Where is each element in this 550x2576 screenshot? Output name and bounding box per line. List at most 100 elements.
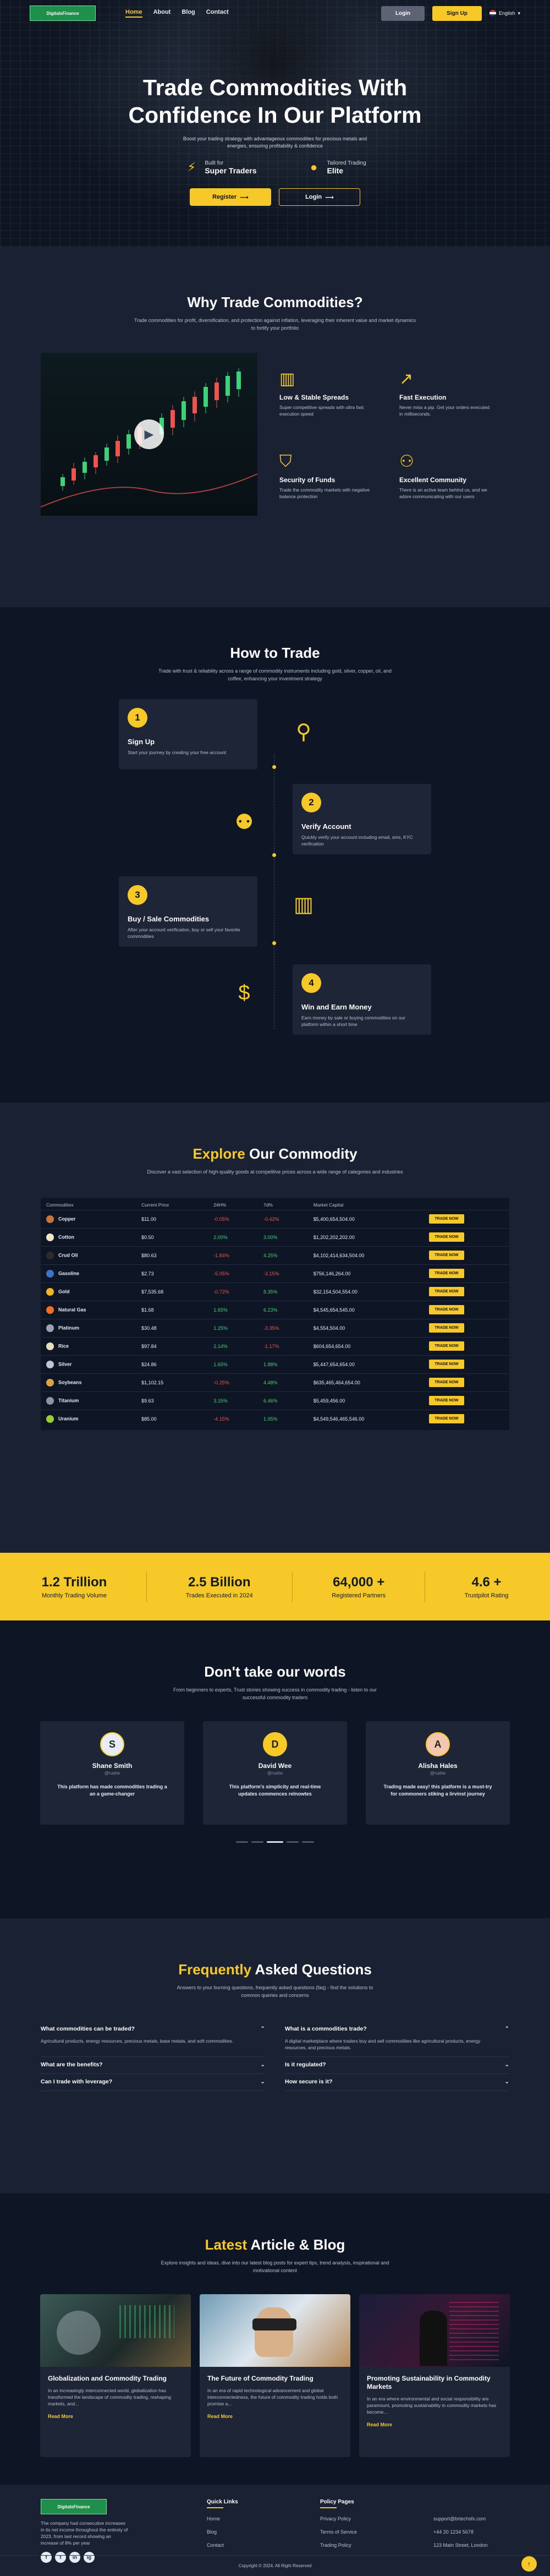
why-subtitle: Trade commodities for profit, diversific… (134, 318, 416, 331)
commodity-name: Cotton (58, 1234, 74, 1240)
commodity-cell: Copper (41, 1209, 136, 1228)
trade-now-button[interactable]: TRADE NOW (429, 1287, 464, 1296)
footer-link-terms[interactable]: Terms of Service (320, 2529, 433, 2535)
commodity-name: Rice (58, 1342, 69, 1349)
trade-now-button[interactable]: TRADE NOW (429, 1323, 464, 1333)
testimonial-name: Shane Smith (92, 1762, 133, 1770)
commodity-icon (46, 1324, 54, 1332)
footer-email[interactable]: support@brtechsfx.com (433, 2516, 547, 2522)
trade-now-button[interactable]: TRADE NOW (429, 1414, 464, 1424)
change-24h-cell: 1.25% (208, 1318, 258, 1337)
footer-link-privacy[interactable]: Privacy Policy (320, 2516, 433, 2522)
trade-now-button[interactable]: TRADE NOW (429, 1396, 464, 1405)
price-cell: $1,102.15 (136, 1373, 208, 1391)
lightning-icon: ⚡ (187, 160, 196, 174)
market-cap-cell: $5,459,456.00 (307, 1391, 424, 1410)
footer-link-trading-policy[interactable]: Trading Policy (320, 2542, 433, 2548)
carousel-dot-active[interactable] (267, 1841, 283, 1843)
blog-card[interactable]: Globalization and Commodity Trading In a… (40, 2294, 191, 2457)
stat-item: 1.2 Trillion Monthly Trading Volume (42, 1575, 107, 1599)
nav-link-contact[interactable]: Contact (206, 9, 229, 18)
language-selector[interactable]: English ▾ (489, 10, 520, 17)
trade-now-button[interactable]: TRADE NOW (429, 1360, 464, 1369)
change-24h-cell: 2.00% (208, 1227, 258, 1246)
testimonial-handle: @rushe (430, 1771, 446, 1776)
coins-icon: ● (310, 160, 318, 174)
change-7d-cell: 1.05% (257, 1409, 308, 1428)
market-cap-cell: $635,465,464,654.00 (307, 1373, 424, 1391)
read-more-link[interactable]: Read More (367, 2422, 502, 2427)
step-title: Win and Earn Money (301, 1003, 372, 1011)
hero-register-button[interactable]: Register ⟶ (190, 188, 271, 206)
carousel-dot[interactable] (302, 1841, 314, 1843)
faq-item[interactable]: What commodities can be traded? ⌃ Agricul… (41, 2021, 265, 2057)
footer-link-blog[interactable]: Blog (207, 2529, 320, 2535)
nav-login-button[interactable]: Login (381, 6, 425, 21)
timeline-dot (272, 941, 276, 945)
market-cap-cell: $5,447,654,654.00 (307, 1355, 424, 1373)
title-highlight: Explore (193, 1145, 245, 1162)
copyright: Copyright © 2024. All Right Reserved (0, 2555, 550, 2576)
play-icon[interactable]: ▶ (134, 419, 164, 449)
commodity-name: Soybeans (58, 1379, 82, 1385)
nav-link-about[interactable]: About (153, 9, 171, 18)
trade-now-button[interactable]: TRADE NOW (429, 1251, 464, 1260)
carousel-dot[interactable] (236, 1841, 248, 1843)
feature-community: ⚇ Excellent Community There is an active… (399, 452, 509, 516)
read-more-link[interactable]: Read More (48, 2414, 183, 2419)
hero-title: Trade Commodities With Confidence In Our… (0, 74, 550, 129)
blog-card[interactable]: Promoting Sustainability in Commodity Ma… (359, 2294, 510, 2457)
table-header: Commodities Current Price 24H% 7d% Marke… (41, 1200, 509, 1210)
trade-now-button[interactable]: TRADE NOW (429, 1378, 464, 1387)
site-logo[interactable]: DigitalxFinance (30, 6, 96, 21)
nav-link-home[interactable]: Home (125, 9, 142, 18)
read-more-link[interactable]: Read More (207, 2414, 343, 2419)
change-24h-cell: -0.25% (208, 1373, 258, 1391)
footer-address: 123 Main Street, London (433, 2542, 488, 2548)
hero-login-button[interactable]: Login ⟶ (279, 188, 360, 206)
timeline-dot (272, 853, 276, 857)
change-7d-cell: -1.17% (257, 1336, 308, 1355)
chevron-down-icon: ⌄ (504, 2061, 509, 2068)
faq-item[interactable]: What is a commodities trade? ⌃ A digital … (285, 2021, 509, 2057)
candlestick-video-thumbnail[interactable]: ▶ (41, 353, 257, 516)
why-title: Why Trade Commodities? (187, 294, 363, 310)
feature-text: Super competitive spreads with ultra fas… (279, 405, 364, 417)
change-7d-cell: 8.35% (257, 1282, 308, 1301)
trade-now-button[interactable]: TRADE NOW (429, 1269, 464, 1278)
step-text: Start your journey by creating your free… (128, 750, 227, 755)
step-text: Earn money by sale or buying commodities… (301, 1015, 405, 1027)
trade-now-button[interactable]: TRADE NOW (429, 1232, 464, 1242)
add-user-icon: ⚲ (296, 721, 311, 744)
change-7d-cell: -3.15% (257, 1264, 308, 1282)
commodity-icon (46, 1233, 54, 1241)
footer-logo[interactable]: DigitalxFinance (41, 2499, 107, 2514)
trade-now-button[interactable]: TRADE NOW (429, 1214, 464, 1224)
scroll-to-top-button[interactable]: ↑ (521, 2556, 537, 2572)
nav-signup-button[interactable]: Sign Up (432, 6, 482, 21)
faq-item[interactable]: What are the benefits? ⌄ (41, 2057, 265, 2074)
nav-link-blog[interactable]: Blog (182, 9, 195, 18)
carousel-dot[interactable] (251, 1841, 263, 1843)
action-cell: TRADE NOW (424, 1391, 509, 1410)
footer-link-home[interactable]: Home (207, 2516, 320, 2522)
commodity-table: Commodities Current Price 24H% 7d% Marke… (41, 1198, 509, 1430)
stat-label: Trustpilot Rating (464, 1592, 509, 1599)
blog-card[interactable]: The Future of Commodity Trading In an er… (200, 2294, 350, 2457)
footer-link-contact[interactable]: Contact (207, 2542, 320, 2548)
faq-item[interactable]: Can I trade with leverage? ⌄ (41, 2074, 265, 2091)
faq-item[interactable]: How secure is it? ⌄ (285, 2074, 509, 2091)
trade-now-button[interactable]: TRADE NOW (429, 1305, 464, 1314)
action-cell: TRADE NOW (424, 1227, 509, 1246)
price-cell: $7,535.68 (136, 1282, 208, 1301)
trade-now-button[interactable]: TRADE NOW (429, 1341, 464, 1351)
footer-phone[interactable]: +44 20 1234 5678 (433, 2529, 547, 2535)
faq-item[interactable]: Is it regulated? ⌄ (285, 2057, 509, 2074)
explore-commodity-section: Explore Our Commodity Discover a vast se… (0, 1103, 550, 1553)
commodity-name: Titanium (58, 1397, 79, 1403)
underline (320, 2507, 337, 2508)
testimonial-card: A Alisha Hales @rushe Trading made easy!… (366, 1721, 510, 1825)
badge-value: Super Traders (205, 166, 257, 175)
carousel-dot[interactable] (287, 1841, 299, 1843)
change-7d-cell: 6.23% (257, 1300, 308, 1319)
